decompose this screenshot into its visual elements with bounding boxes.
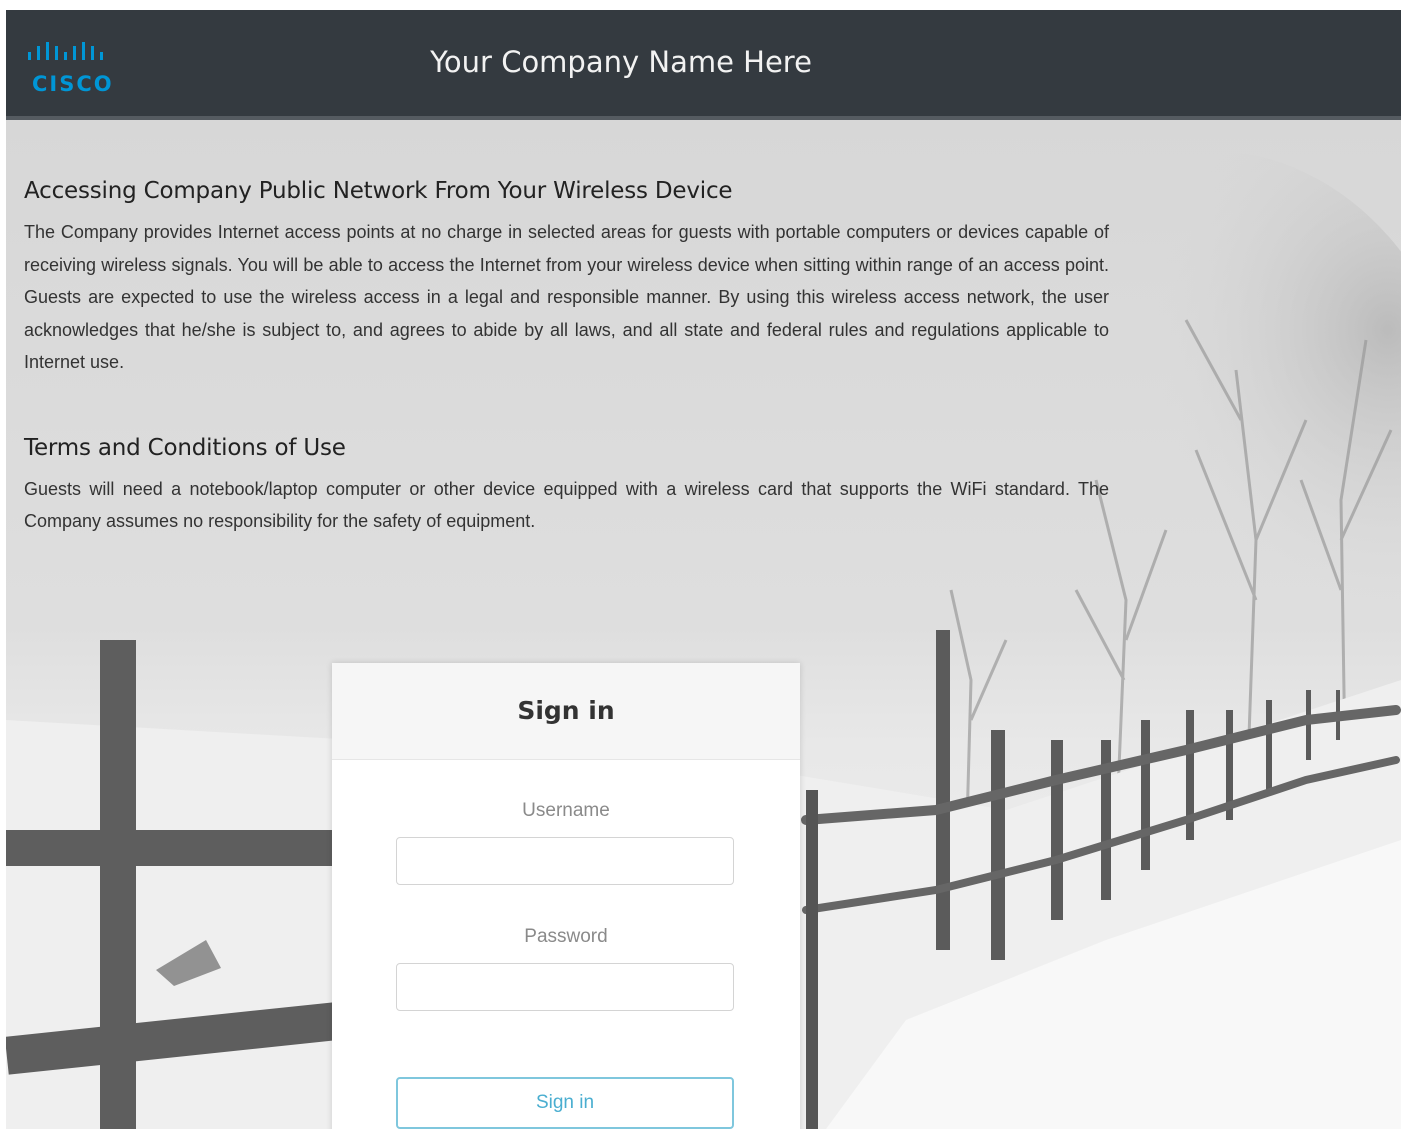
section-wireless-access: Accessing Company Public Network From Yo… <box>24 178 1109 379</box>
top-header-bar: CISCO Your Company Name Here <box>6 10 1401 120</box>
username-label: Username <box>522 800 610 821</box>
portal-page: CISCO Your Company Name Here Accessing C… <box>6 10 1401 1129</box>
sign-in-card: Sign in Username Password Sign in <box>332 663 800 1129</box>
section-terms: Terms and Conditions of Use Guests will … <box>24 435 1109 538</box>
username-input[interactable] <box>396 837 734 885</box>
section-title: Accessing Company Public Network From Yo… <box>24 178 733 204</box>
section-body: The Company provides Internet access poi… <box>24 222 1109 372</box>
password-input[interactable] <box>396 963 734 1011</box>
password-label: Password <box>524 926 608 947</box>
sign-in-button[interactable]: Sign in <box>396 1077 734 1129</box>
info-content: Accessing Company Public Network From Yo… <box>24 178 1109 538</box>
section-title: Terms and Conditions of Use <box>24 434 346 461</box>
company-name: Your Company Name Here <box>430 45 812 79</box>
section-body: Guests will need a notebook/laptop compu… <box>24 478 1109 532</box>
sign-in-title: Sign in <box>332 663 800 760</box>
